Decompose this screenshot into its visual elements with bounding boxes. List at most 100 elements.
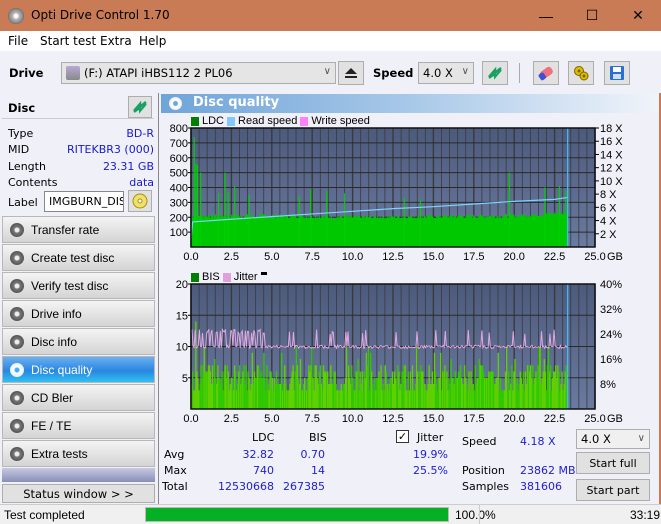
chevron-down-icon: ∨ [323,66,331,77]
nav-extra-tests[interactable]: Extra tests [2,440,155,467]
y-tick-label: 300 [170,197,188,209]
disc-length-value: 23.31 GB [102,160,154,173]
x-tick-label: 20.0 [503,413,524,425]
start-part-button[interactable]: Start part [576,479,650,501]
y2-tick-label: 8% [600,379,616,391]
position-label: Position [462,464,505,477]
y-tick-label: 10 [176,342,188,354]
disc-mid-key: MID [8,143,30,156]
disc-icon [10,391,24,405]
maximize-button[interactable]: ☐ [569,0,615,31]
stats-total-label: Total [162,480,188,493]
x-tick-label: 10.0 [342,251,363,263]
y2-tick-label: 2 X [600,229,617,241]
speed-select[interactable]: 4.0 X ∨ [418,62,474,84]
menu-start-test[interactable]: Start test [40,34,96,48]
y-tick-label: 200 [170,212,188,224]
cd-icon [132,193,148,209]
toolbar: Drive (F:) ATAPI iHBS112 2 PL06 ∨ Speed … [0,51,661,93]
x-tick-label: 5.0 [264,413,279,425]
x-tick-label: 2.5 [224,251,239,263]
save-button[interactable] [604,61,630,85]
main-header: Disc quality [161,94,658,113]
y2-tick-label: 4 X [600,216,617,228]
nav-label: Transfer rate [31,222,100,237]
status-window-button[interactable]: Status window > > [2,484,155,503]
disc-icon [10,447,24,461]
y2-tick-label: 12 X [600,163,623,175]
minimize-button[interactable]: — [523,0,569,31]
samples-value: 381606 [520,480,562,493]
nav-fe-te[interactable]: FE / TE [2,412,155,439]
y-tick-label: 15 [176,310,188,322]
nav-transfer-rate[interactable]: Transfer rate [2,216,155,243]
speed-stat-value: 4.18 X [520,435,556,448]
y2-tick-label: 32% [600,304,622,316]
test-speed-select[interactable]: 4.0 X ∨ [576,429,650,449]
disc-label-button[interactable] [128,190,152,212]
eject-button[interactable] [338,61,364,85]
x-tick-label: 22.5 [544,413,565,425]
menu-file[interactable]: File [8,34,28,48]
close-button[interactable]: ✕ [615,0,661,31]
ldc-total-value: 12530668 [218,480,274,493]
progress-fill [146,508,448,521]
bis-avg-value: 0.70 [300,448,326,461]
disc-label-input[interactable]: IMGBURN_DIS [44,191,124,212]
nav-disc-quality[interactable]: Disc quality [2,356,155,383]
stats-max-label: Max [164,464,187,477]
disc-refresh-button[interactable] [128,96,152,118]
disc-type-value: BD-R [126,127,154,140]
y2-tick-label: 8 X [600,189,617,201]
disc-icon [10,307,24,321]
jitter-checkbox[interactable]: ✓ [396,430,409,443]
save-icon [610,66,624,80]
erase-button[interactable] [533,61,559,85]
main-panel: Disc quality LDC Read speed Write speed … [158,93,659,504]
x-tick-label: 22.5 [544,251,565,263]
refresh-icon [133,100,147,114]
drive-label: Drive [9,66,44,80]
nav-create-test-disc[interactable]: Create test disc [2,244,155,271]
nav-verify-test-disc[interactable]: Verify test disc [2,272,155,299]
x-tick-label: 12.5 [382,251,403,263]
settings-button[interactable] [568,61,594,85]
x-axis-unit: GB [607,413,623,425]
main-title: Disc quality [193,95,280,110]
x-tick-label: 0.0 [183,413,198,425]
bis-total-value: 267385 [283,480,325,493]
legend-marker [260,271,267,275]
position-value: 23862 MB [520,464,576,477]
x-tick-label: 0.0 [183,251,198,263]
x-tick-label: 20.0 [503,251,524,263]
x-tick-label: 12.5 [382,413,403,425]
menu-extra[interactable]: Extra [100,34,132,48]
disc-icon [10,419,24,433]
y-tick-label: 100 [170,227,188,239]
refresh-button[interactable] [482,61,508,85]
drive-select[interactable]: (F:) ATAPI iHBS112 2 PL06 ∨ [61,62,336,84]
nav-cd-bler[interactable]: CD Bler [2,384,155,411]
eject-icon [345,68,357,78]
disc-length-key: Length [8,160,46,173]
disc-info-panel: Disc Type BD-R MID RITEKBR3 (000) Length 23… [2,95,154,213]
drive-icon [66,66,80,80]
samples-label: Samples [462,480,509,493]
bis-max-value: 14 [311,464,325,477]
x-tick-label: 7.5 [305,413,320,425]
nav-label: Drive info [31,306,82,321]
window-title: Opti Drive Control 1.70 [31,8,170,22]
refresh-icon [488,66,502,80]
disc-icon [10,279,24,293]
progress-percent: 100.0% [455,508,496,522]
nav-drive-info[interactable]: Drive info [2,300,155,327]
jitter-avg-value: 19.9% [413,448,448,461]
stats-header-bis: BIS [309,431,327,444]
y2-tick-label: 16% [600,354,622,366]
nav-disc-info[interactable]: Disc info [2,328,155,355]
menu-help[interactable]: Help [139,34,166,48]
start-full-button[interactable]: Start full [576,452,650,474]
y-tick-label: 800 [170,123,188,135]
y2-tick-label: 18 X [600,123,623,135]
status-bar: Test completed 100.0% 33:19 [0,504,661,524]
